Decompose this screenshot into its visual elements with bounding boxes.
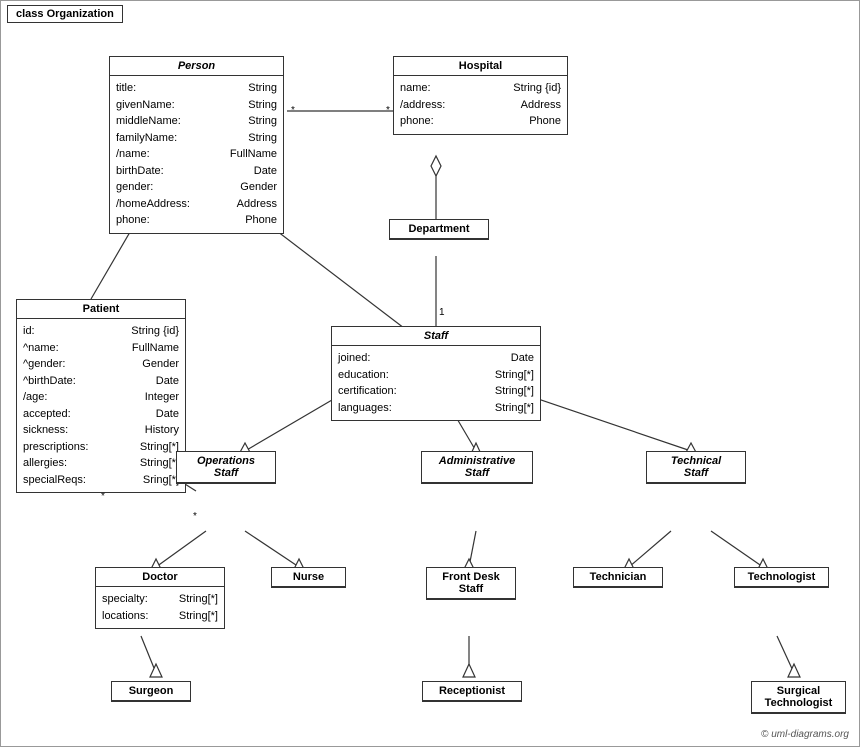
class-hospital: Hospital name:String {id} /address:Addre… xyxy=(393,56,568,135)
department-title: Department xyxy=(390,220,488,239)
diagram-container: class Organization xyxy=(0,0,860,747)
class-department: Department xyxy=(389,219,489,240)
class-surgical-technologist: SurgicalTechnologist xyxy=(751,681,846,714)
class-receptionist: Receptionist xyxy=(422,681,522,702)
mult-hospital-person-1: * xyxy=(386,105,390,116)
class-technologist: Technologist xyxy=(734,567,829,588)
person-attrs: title:String givenName:String middleName… xyxy=(110,76,283,233)
surgical-technologist-title: SurgicalTechnologist xyxy=(752,682,845,713)
class-nurse: Nurse xyxy=(271,567,346,588)
copyright-text: © uml-diagrams.org xyxy=(761,729,849,740)
nurse-title: Nurse xyxy=(272,568,345,587)
class-surgeon: Surgeon xyxy=(111,681,191,702)
technical-staff-title: TechnicalStaff xyxy=(647,452,745,483)
person-title: Person xyxy=(110,57,283,76)
hospital-title: Hospital xyxy=(394,57,567,76)
operations-staff-title: OperationsStaff xyxy=(177,452,275,483)
hospital-attrs: name:String {id} /address:Address phone:… xyxy=(394,76,567,134)
diagram-title: class Organization xyxy=(16,8,114,20)
staff-attrs: joined:Date education:String[*] certific… xyxy=(332,346,540,420)
class-technician: Technician xyxy=(573,567,663,588)
class-person: Person title:String givenName:String mid… xyxy=(109,56,284,234)
front-desk-staff-title: Front DeskStaff xyxy=(427,568,515,599)
surgeon-title: Surgeon xyxy=(112,682,190,701)
class-front-desk-staff: Front DeskStaff xyxy=(426,567,516,600)
class-administrative-staff: AdministrativeStaff xyxy=(421,451,533,484)
technician-title: Technician xyxy=(574,568,662,587)
class-patient: Patient id:String {id} ^name:FullName ^g… xyxy=(16,299,186,493)
doctor-attrs: specialty:String[*] locations:String[*] xyxy=(96,587,224,628)
diagram-label: class Organization xyxy=(7,5,123,23)
class-doctor: Doctor specialty:String[*] locations:Str… xyxy=(95,567,225,629)
patient-title: Patient xyxy=(17,300,185,319)
administrative-staff-title: AdministrativeStaff xyxy=(422,452,532,483)
technologist-title: Technologist xyxy=(735,568,828,587)
class-operations-staff: OperationsStaff xyxy=(176,451,276,484)
mult-person-hospital-1: * xyxy=(291,105,295,116)
class-staff: Staff joined:Date education:String[*] ce… xyxy=(331,326,541,421)
mult-dept-staff-1: 1 xyxy=(439,307,445,318)
receptionist-title: Receptionist xyxy=(423,682,521,701)
mult-ops-patient: * xyxy=(193,511,197,522)
copyright: © uml-diagrams.org xyxy=(761,729,849,740)
patient-attrs: id:String {id} ^name:FullName ^gender:Ge… xyxy=(17,319,185,492)
staff-title: Staff xyxy=(332,327,540,346)
class-technical-staff: TechnicalStaff xyxy=(646,451,746,484)
doctor-title: Doctor xyxy=(96,568,224,587)
